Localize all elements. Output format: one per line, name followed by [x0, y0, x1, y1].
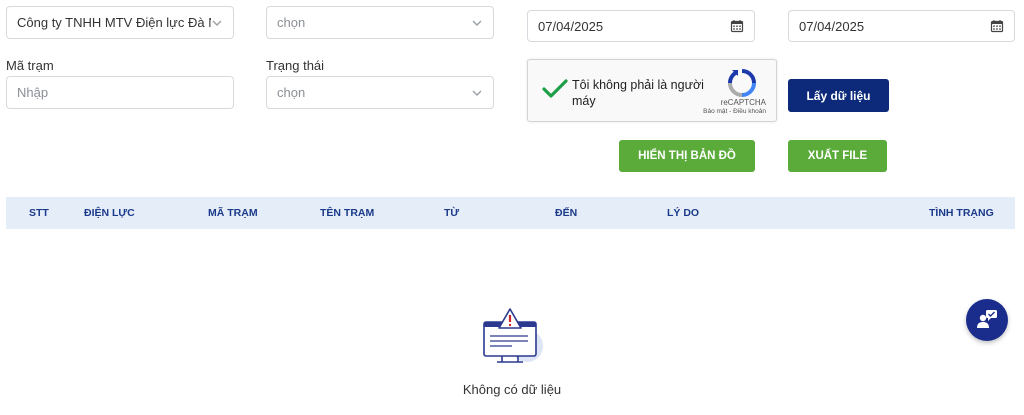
station-code-placeholder: Nhập: [17, 85, 49, 100]
company-select-value: Công ty TNHH MTV Điện lực Đà N...: [17, 15, 211, 30]
date-from-value: 07/04/2025: [538, 18, 604, 34]
column-header-stt: STT: [29, 207, 49, 219]
empty-state-text: Không có dữ liệu: [462, 382, 562, 397]
checkmark-icon[interactable]: [542, 78, 568, 100]
station-code-label: Mã trạm: [6, 58, 54, 73]
chevron-down-icon: [472, 20, 482, 26]
export-file-button[interactable]: XUẤT FILE: [788, 140, 887, 172]
column-header-power-company: ĐIỆN LỰC: [84, 207, 135, 219]
date-to-input[interactable]: 07/04/2025: [788, 10, 1015, 42]
column-header-reason: LÝ DO: [667, 207, 700, 219]
table-header: STT ĐIỆN LỰC MÃ TRẠM TÊN TRẠM TỪ ĐẾN LÝ …: [6, 197, 1015, 229]
date-from-input[interactable]: 07/04/2025: [527, 10, 755, 42]
status-select-value: chọn: [277, 85, 306, 100]
status-select[interactable]: chọn: [266, 76, 494, 109]
recaptcha-widget[interactable]: Tôi không phải là người máy reCAPTCHA Bả…: [527, 59, 777, 122]
column-header-to: ĐẾN: [555, 207, 578, 219]
company-select[interactable]: Công ty TNHH MTV Điện lực Đà N...: [6, 6, 234, 39]
chat-support-icon: [977, 310, 997, 328]
chevron-down-icon: [212, 20, 222, 26]
type-select-value: chọn: [277, 15, 306, 30]
chat-support-button[interactable]: [966, 299, 1008, 341]
date-to-value: 07/04/2025: [799, 18, 865, 34]
recaptcha-brand: reCAPTCHA: [720, 98, 766, 107]
chevron-down-icon: [472, 90, 482, 96]
column-header-status: TÌNH TRẠNG: [929, 207, 994, 219]
type-select[interactable]: chọn: [266, 6, 494, 39]
station-code-input[interactable]: Nhập: [6, 76, 234, 109]
column-header-station-code: MÃ TRẠM: [208, 207, 258, 219]
status-label: Trạng thái: [266, 58, 325, 73]
warning-monitor-icon: [483, 308, 543, 363]
recaptcha-logo-icon: [727, 69, 756, 97]
column-header-station-name: TÊN TRẠM: [320, 207, 375, 219]
calendar-icon[interactable]: [730, 19, 744, 33]
column-header-from: TỪ: [444, 207, 460, 219]
show-map-button[interactable]: HIỂN THỊ BẢN ĐỒ: [619, 140, 755, 172]
recaptcha-text: Tôi không phải là người máy: [572, 78, 704, 108]
fetch-data-button[interactable]: Lấy dữ liệu: [788, 79, 889, 112]
calendar-icon[interactable]: [990, 19, 1004, 33]
recaptcha-terms-link[interactable]: Bảo mật - Điều khoản: [703, 108, 766, 115]
